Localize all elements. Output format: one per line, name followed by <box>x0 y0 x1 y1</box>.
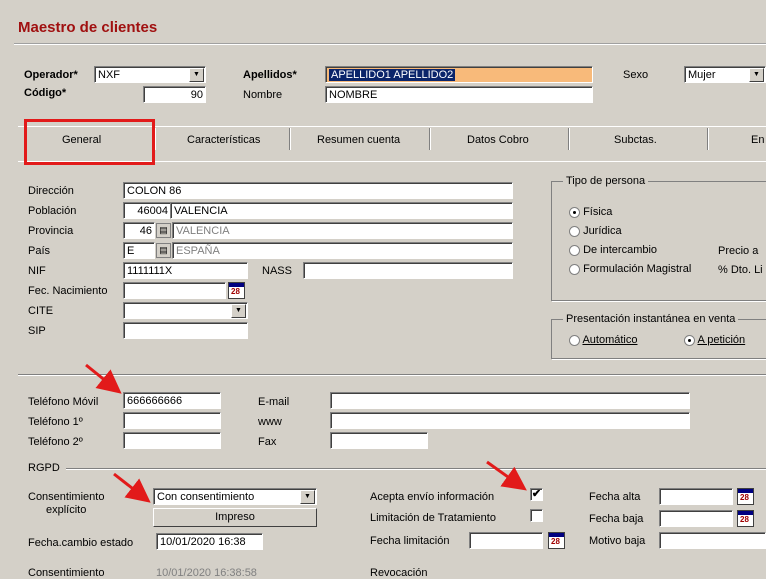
annotation-arrows <box>85 363 527 503</box>
arrow-movil-icon <box>85 363 122 394</box>
arrow-consent-icon <box>113 472 151 503</box>
arrow-acepta-icon <box>486 460 527 491</box>
